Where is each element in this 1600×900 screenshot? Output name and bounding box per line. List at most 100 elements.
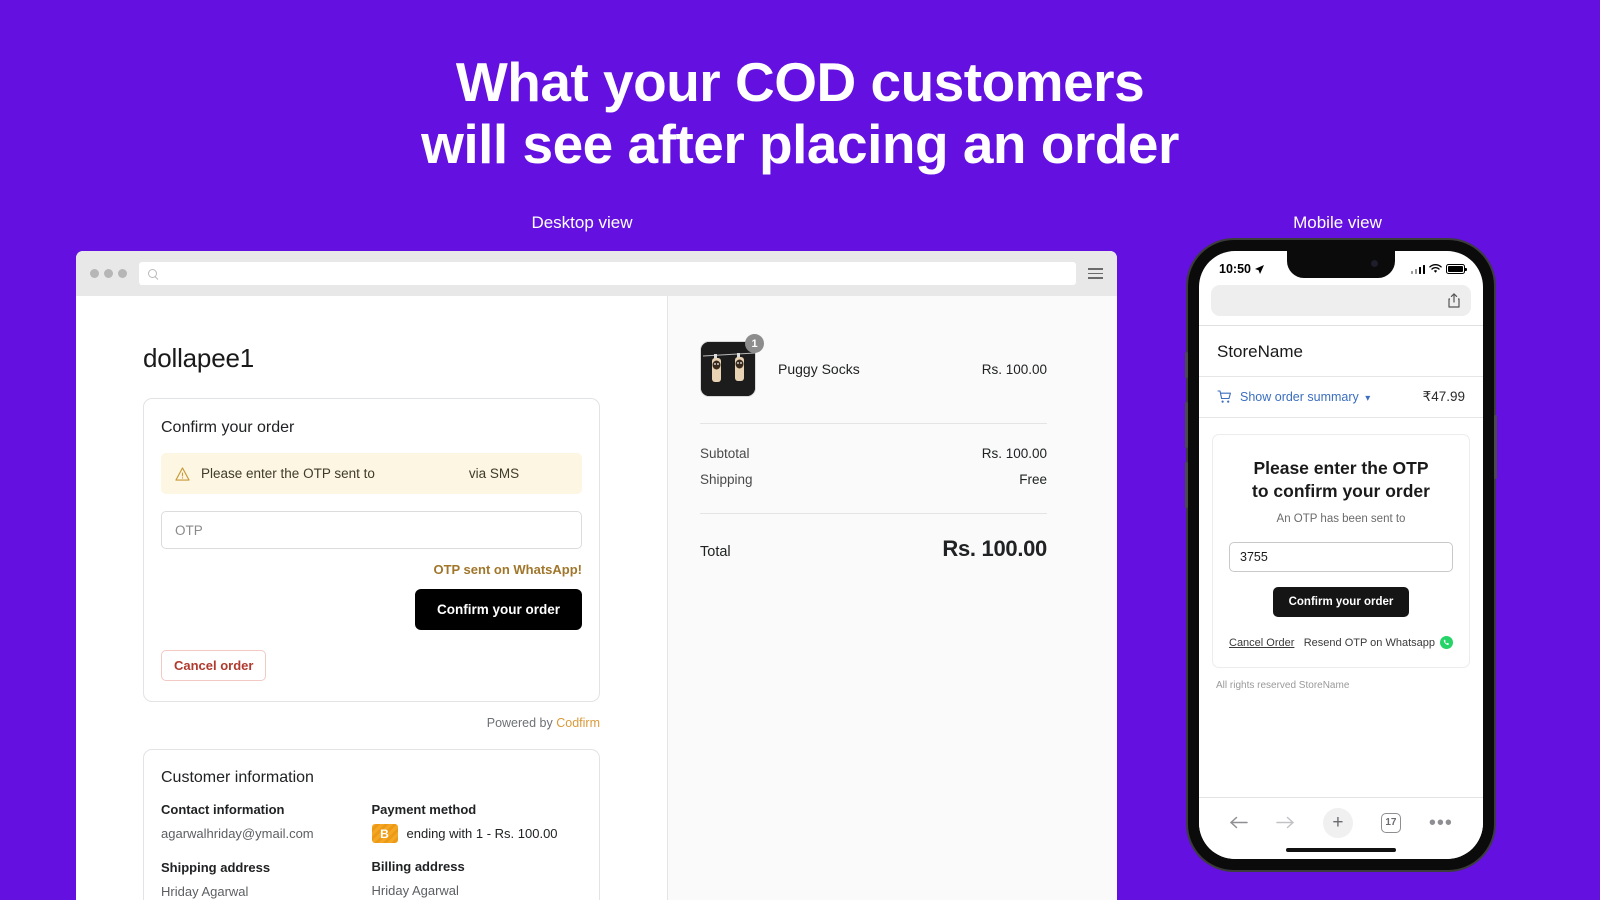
customer-information-title: Customer information (161, 769, 314, 786)
mobile-order-summary-bar[interactable]: Show order summary ▾ ₹47.99 (1199, 377, 1483, 418)
window-controls[interactable] (90, 269, 127, 278)
status-bar-time: 10:50 (1219, 262, 1251, 276)
phone-volume-up-button[interactable] (1185, 402, 1188, 448)
customer-col-left: Contact information agarwalhriday@ymail.… (161, 802, 372, 900)
product-thumbnail-wrap: 1 (700, 334, 764, 397)
mobile-store-name: StoreName (1199, 326, 1483, 377)
mobile-otp-input-value: 3755 (1240, 550, 1268, 565)
battery-icon (1446, 264, 1467, 274)
mobile-cancel-order-link[interactable]: Cancel Order (1229, 637, 1294, 649)
product-name: Puggy Socks (778, 361, 860, 377)
cancel-order-button[interactable]: Cancel order (161, 650, 267, 681)
shipping-label: Shipping (700, 472, 753, 487)
summary-divider-bottom (700, 513, 1047, 514)
shipping-address-value: Hriday Agarwal 42 Basant Bahar 1 (161, 882, 372, 900)
arrow-left-icon (1230, 816, 1248, 829)
subtotal-value: Rs. 100.00 (981, 446, 1047, 461)
customer-col-right: Payment method B ending with 1 - Rs. 100… (371, 802, 583, 900)
mobile-otp-subtitle: An OTP has been sent to (1276, 513, 1406, 526)
confirm-button-row: Confirm your order (161, 589, 582, 630)
safari-back-button[interactable] (1229, 815, 1248, 830)
subtotal-label: Subtotal (700, 446, 750, 461)
mobile-confirm-order-button[interactable]: Confirm your order (1272, 587, 1410, 618)
safari-new-tab-button[interactable]: + (1322, 807, 1353, 838)
address-bar[interactable] (139, 262, 1076, 285)
safari-forward-button[interactable] (1276, 815, 1295, 830)
total-row: Total Rs. 100.00 (700, 536, 1047, 562)
shipping-address-name: Hriday Agarwal (161, 883, 249, 899)
whatsapp-otp-note: OTP sent on WhatsApp! (433, 562, 582, 577)
mobile-order-total: ₹47.99 (1422, 389, 1465, 404)
order-summary-pane: 1 Puggy Socks Rs. 100.00 Subtotal Rs. 10… (667, 296, 1117, 900)
warning-triangle-icon (175, 466, 190, 481)
mobile-resend-otp-link[interactable]: Resend OTP on Whatsapp (1303, 636, 1453, 650)
otp-alert-text-after: via SMS (468, 466, 520, 481)
cart-icon (1217, 390, 1231, 403)
summary-divider-top (700, 423, 1047, 424)
headline-line-2: will see after placing an order (421, 112, 1179, 175)
mobile-otp-input[interactable]: 3755 (1229, 542, 1453, 573)
otp-alert-text-before: Please enter the OTP sent to (201, 466, 375, 481)
phone-power-button[interactable] (1494, 415, 1497, 479)
payment-method-row: B ending with 1 - Rs. 100.00 (371, 824, 583, 843)
product-quantity-badge: 1 (745, 334, 764, 353)
cellular-signal-icon (1410, 264, 1425, 274)
phone-volume-down-button[interactable] (1185, 462, 1188, 508)
show-order-summary-toggle[interactable]: Show order summary ▾ (1240, 390, 1423, 404)
page-title: What your COD customers will see after p… (0, 51, 1600, 175)
window-close-dot[interactable] (90, 269, 99, 278)
window-minimize-dot[interactable] (104, 269, 113, 278)
mobile-rights-text: All rights reserved StoreName (1216, 680, 1350, 692)
search-icon (148, 269, 157, 278)
arrow-right-icon (1276, 816, 1294, 829)
mobile-otp-links: Cancel Order Resend OTP on Whatsapp (1229, 636, 1453, 650)
customer-information-card: Customer information Contact information… (143, 749, 600, 900)
window-maximize-dot[interactable] (118, 269, 127, 278)
payment-badge-icon: B (371, 824, 398, 843)
front-camera-icon (1371, 260, 1378, 267)
phone-notch (1287, 251, 1395, 278)
mobile-resend-otp-label: Resend OTP on Whatsapp (1303, 636, 1435, 649)
safari-more-button[interactable]: ••• (1429, 813, 1453, 833)
mobile-screen: 10:50 StoreName Show order summary ▾ ₹47… (1199, 251, 1483, 859)
show-order-summary-label: Show order summary (1240, 390, 1359, 404)
order-line-item: 1 Puggy Socks Rs. 100.00 (700, 334, 1047, 397)
shipping-address-heading: Shipping address (161, 859, 271, 875)
headline-line-1: What your COD customers (455, 51, 1145, 113)
home-indicator (1286, 848, 1396, 852)
desktop-view-label: Desktop view (531, 213, 633, 232)
confirm-order-button[interactable]: Confirm your order (414, 589, 582, 630)
billing-address-value: Hriday Agarwal 42 Basant Bahar 1 (372, 881, 583, 900)
powered-by-prefix: Powered by (486, 716, 553, 730)
location-arrow-icon (1254, 264, 1264, 274)
total-value: Rs. 100.00 (942, 536, 1047, 561)
desktop-browser-window: dollapee1 Confirm your order Please ente… (76, 251, 1117, 900)
otp-alert-banner: Please enter the OTP sent to via SMS (161, 453, 582, 494)
status-bar-left: 10:50 (1219, 262, 1265, 276)
status-bar-right (1410, 264, 1467, 274)
otp-input-placeholder: OTP (175, 522, 203, 538)
safari-tab-count-button[interactable]: 17 (1380, 812, 1401, 833)
total-label: Total (700, 544, 731, 560)
mobile-view-label: Mobile view (1293, 213, 1382, 232)
otp-input[interactable]: OTP (161, 511, 582, 549)
share-icon[interactable] (1448, 293, 1460, 308)
safari-address-bar[interactable] (1211, 285, 1471, 316)
contact-information-heading: Contact information (161, 802, 285, 817)
customer-information-grid: Contact information agarwalhriday@ymail.… (161, 802, 582, 900)
browser-chrome (76, 251, 1117, 296)
checkout-left-pane: dollapee1 Confirm your order Please ente… (76, 296, 667, 900)
mobile-otp-title: Please enter the OTP to confirm your ord… (1229, 457, 1453, 503)
payment-method-heading: Payment method (371, 802, 477, 817)
mobile-phone-frame: 10:50 StoreName Show order summary ▾ ₹47… (1185, 240, 1497, 870)
powered-by: Powered by Codfirm (143, 716, 600, 730)
hamburger-menu-icon[interactable] (1088, 268, 1103, 279)
codfirm-link[interactable]: Codfirm (556, 716, 600, 730)
contact-information-value: agarwalhriday@ymail.com (161, 826, 314, 841)
shipping-row: Shipping Free (700, 472, 1047, 487)
billing-address-heading: Billing address (371, 859, 465, 874)
shipping-value: Free (1019, 472, 1047, 487)
mobile-otp-title-line2: to confirm your order (1252, 481, 1430, 502)
product-price: Rs. 100.00 (981, 361, 1047, 377)
phone-mute-switch[interactable] (1185, 352, 1188, 378)
